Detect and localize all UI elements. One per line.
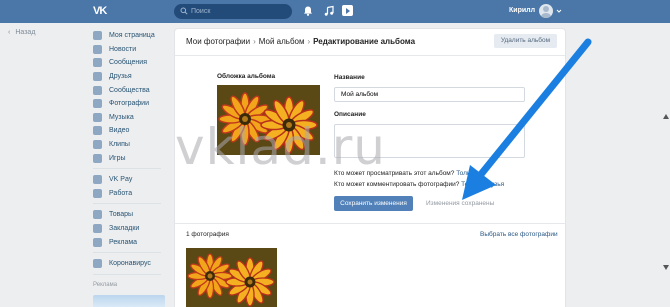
avatar[interactable] (539, 4, 553, 18)
cover-label: Обложка альбома (217, 73, 276, 80)
watermark: vklad.ru (175, 118, 386, 176)
vk-logo-icon[interactable]: VK (93, 4, 111, 18)
sidebar-item-label: Реклама (109, 238, 138, 246)
groups-icon (93, 85, 102, 95)
video-icon (93, 126, 102, 136)
privacy-comment-select[interactable]: Только друзья (461, 181, 504, 188)
sidebar-item-label: Игры (109, 154, 126, 162)
sidebar-item-label: VK Pay (109, 176, 133, 184)
sidebar-item-label: Фотографии (109, 100, 150, 108)
sidebar-item-my-page[interactable]: Моя страница (93, 29, 173, 43)
music-icon[interactable] (323, 5, 335, 17)
privacy-comment-question: Кто может комментировать фотографии? (334, 181, 460, 188)
divider (93, 273, 161, 275)
breadcrumb-my-album[interactable]: Мой альбом (259, 37, 305, 46)
privacy-view-select[interactable]: Только я (456, 170, 482, 177)
name-label: Название (334, 74, 365, 81)
select-all-photos-link[interactable]: Выбрать все фотографии (480, 231, 558, 238)
chevron-right-icon: › (307, 37, 311, 46)
video-icon[interactable] (342, 5, 353, 16)
sidebar-item-friends[interactable]: Друзья (93, 70, 173, 84)
ads-section-label: Реклама (93, 282, 118, 289)
sidebar-item-label: Товары (109, 211, 134, 219)
sidebar-item-video[interactable]: Видео (93, 124, 173, 138)
news-icon (93, 44, 102, 54)
goods-icon (93, 210, 102, 220)
username[interactable]: Кирилл (509, 7, 535, 14)
scroll-up-icon[interactable] (663, 113, 669, 121)
chevron-right-icon: › (253, 37, 256, 46)
sidebar-item-label: Моя страница (109, 32, 155, 40)
sidebar-item-label: Музыка (109, 113, 134, 121)
sidebar-item-music[interactable]: Музыка (93, 111, 173, 125)
photos-icon (93, 99, 102, 109)
home-icon (93, 31, 102, 41)
sidebar-item-messages[interactable]: Сообщения (93, 56, 173, 70)
sidebar-item-label: Коронавирус (109, 260, 151, 268)
back-link[interactable]: ‹ Назад (8, 29, 35, 36)
chevron-left-icon: ‹ (8, 29, 11, 36)
sidebar-item-label: Работа (109, 189, 133, 197)
saved-status: Изменения сохранены (426, 200, 495, 207)
ads-icon (93, 237, 102, 247)
sidebar-item-groups[interactable]: Сообщества (93, 83, 173, 97)
sidebar-item-coronavirus[interactable]: Коронавирус (93, 257, 173, 271)
sidebar-item-label: Новости (109, 45, 137, 53)
breadcrumb-current: Редактирование альбома (313, 37, 416, 46)
sidebar-item-label: Клипы (109, 141, 130, 149)
sidebar-item-clips[interactable]: Клипы (93, 138, 173, 152)
divider (175, 223, 565, 224)
sidebar-item-label: Друзья (109, 73, 132, 81)
sidebar-item-games[interactable]: Игры (93, 151, 173, 165)
breadcrumb-my-photos[interactable]: Мои фотографии (186, 37, 250, 46)
sidebar-item-photos[interactable]: Фотографии (93, 97, 173, 111)
sidebar: Моя страница Новости Сообщения Друзья Со… (93, 29, 173, 307)
divider (93, 167, 161, 169)
chevron-down-icon[interactable] (556, 8, 562, 14)
friends-icon (93, 72, 102, 82)
bookmarks-icon (93, 224, 102, 234)
description-label: Описание (334, 111, 366, 118)
work-icon (93, 188, 102, 198)
sidebar-item-label: Сообщества (109, 86, 150, 94)
sidebar-item-goods[interactable]: Товары (93, 208, 173, 222)
divider (93, 251, 161, 253)
search-input[interactable] (191, 5, 286, 18)
divider (175, 55, 565, 56)
scroll-down-icon[interactable] (663, 263, 669, 271)
clips-icon (93, 140, 102, 150)
photo-thumbnail[interactable] (186, 248, 277, 307)
search-icon (180, 7, 188, 15)
ad-image[interactable] (93, 295, 165, 307)
messages-icon (93, 58, 102, 68)
sidebar-item-label: Видео (109, 127, 130, 135)
games-icon (93, 153, 102, 163)
sidebar-item-news[interactable]: Новости (93, 43, 173, 57)
delete-album-button[interactable]: Удалить альбом (494, 34, 557, 48)
divider (93, 203, 161, 205)
album-name-field[interactable]: Мой альбом (334, 87, 525, 102)
sidebar-item-label: Сообщения (109, 59, 147, 67)
music-icon (93, 112, 102, 122)
search-box[interactable] (174, 4, 292, 19)
privacy-comment-row: Кто может комментировать фотографии? Тол… (334, 181, 504, 188)
back-label: Назад (15, 29, 36, 36)
sidebar-item-label: Закладки (109, 225, 140, 233)
breadcrumb: Мои фотографии › Мой альбом › Редактирование… (186, 37, 415, 46)
top-bar: VK Кирилл (0, 0, 670, 23)
sidebar-item-bookmarks[interactable]: Закладки (93, 222, 173, 236)
sidebar-item-ads[interactable]: Реклама (93, 235, 173, 249)
save-changes-button[interactable]: Сохранить изменения (334, 196, 413, 211)
vkpay-icon (93, 175, 102, 185)
sidebar-item-vkpay[interactable]: VK Pay (93, 173, 173, 187)
sidebar-item-work[interactable]: Работа (93, 187, 173, 201)
virus-icon (93, 259, 102, 269)
flower-photo (186, 248, 277, 307)
bell-icon[interactable] (302, 5, 314, 17)
photo-count: 1 фотография (186, 231, 229, 238)
